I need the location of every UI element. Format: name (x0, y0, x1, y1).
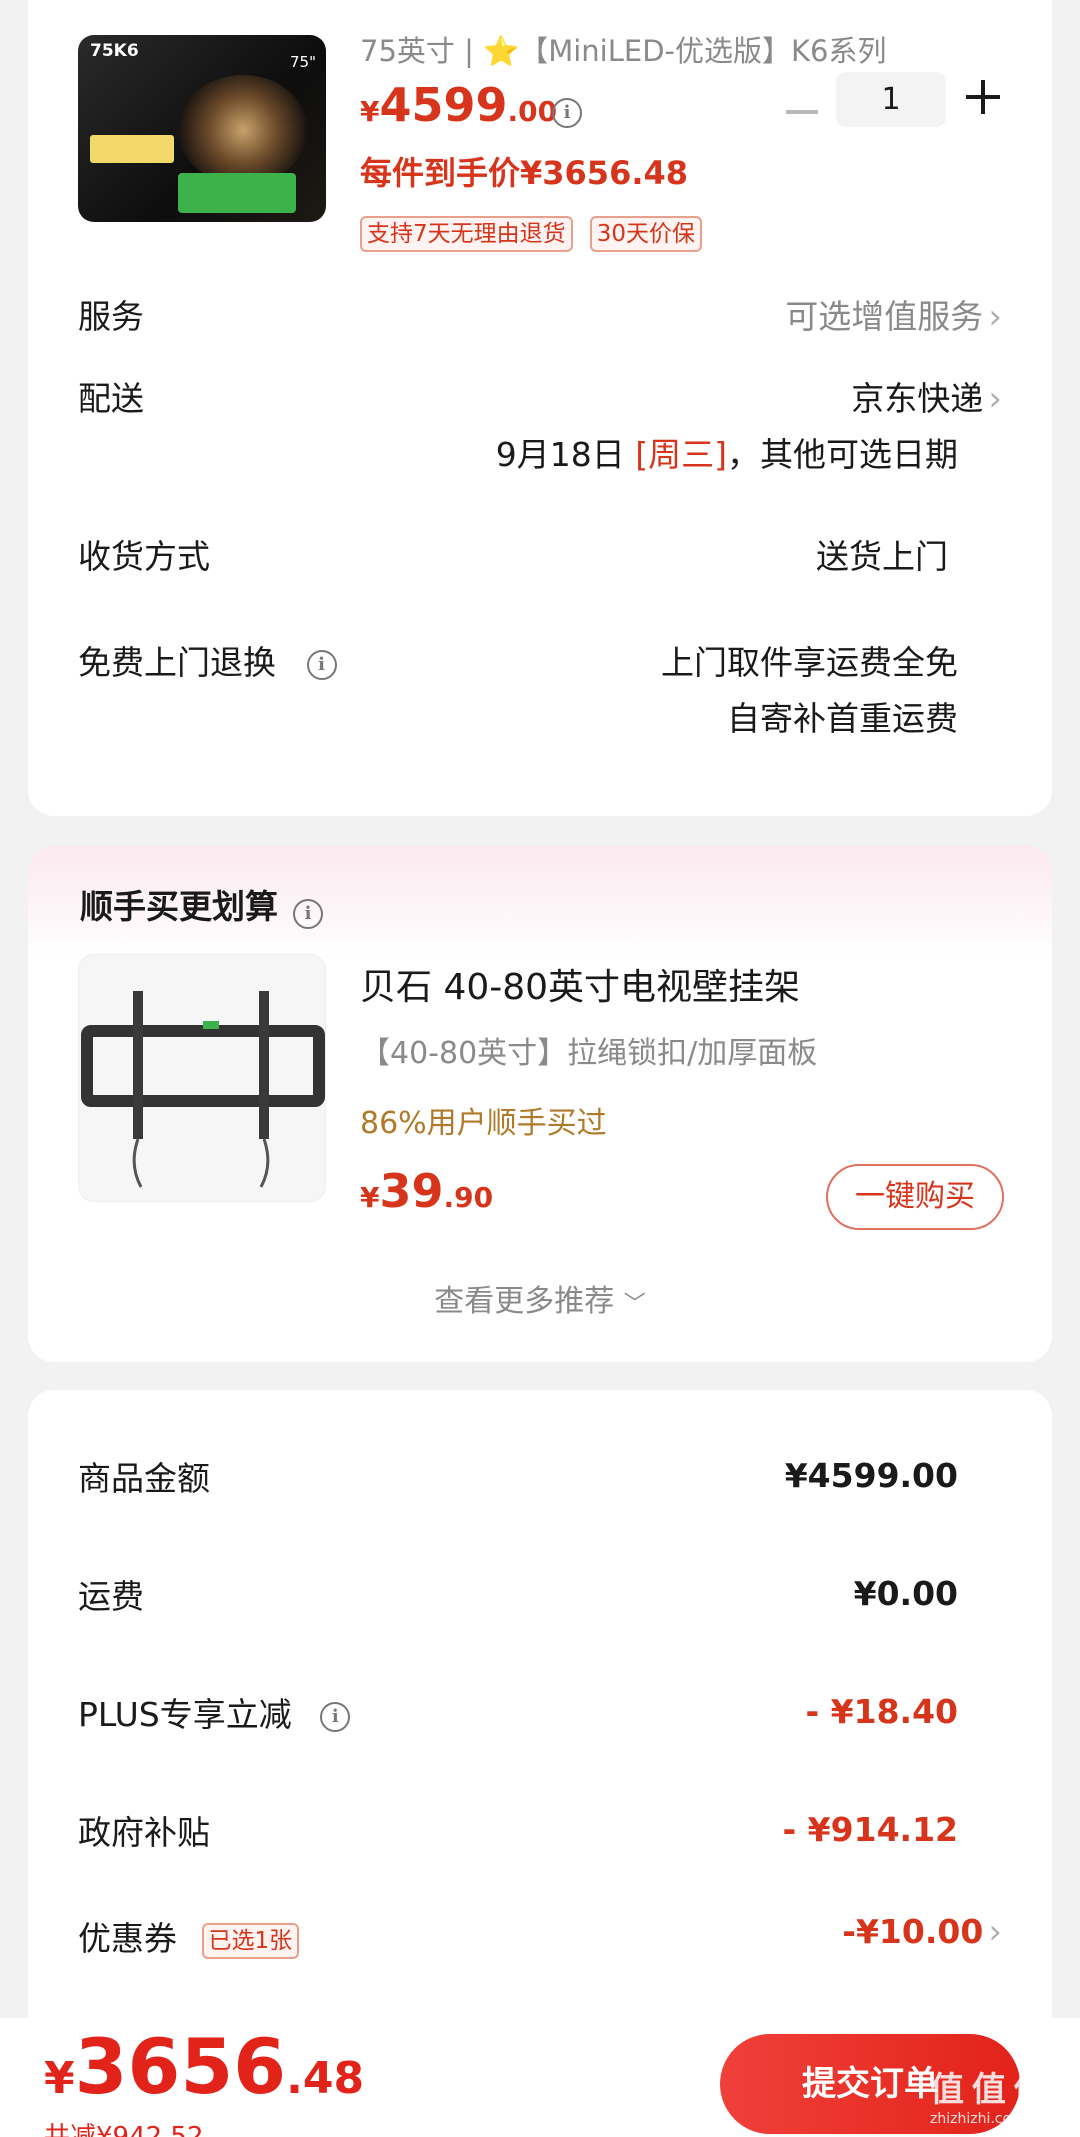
coupon-value: -¥10.00 (842, 1912, 984, 1951)
coupon-label-text: 优惠券 (78, 1919, 177, 1958)
receive-label: 收货方式 (78, 537, 210, 576)
quantity-field[interactable]: 1 (836, 72, 946, 127)
shipping-label: 运费 (78, 1577, 144, 1616)
total-currency: ¥ (44, 2053, 75, 2104)
recommend-image[interactable] (78, 954, 326, 1202)
image-green-badge (178, 173, 296, 213)
product-price: ¥4599.00 (360, 78, 557, 132)
more-recommend-link[interactable]: 查看更多推荐 ﹀ (28, 1276, 1052, 1320)
delivery-weekday: [周三] (635, 435, 727, 474)
saved-amount: 共减¥942.52 (44, 2122, 204, 2137)
recommend-stat: 86%用户顺手买过 (360, 1106, 607, 1141)
delivery-other: ，其他可选日期 (727, 435, 958, 474)
total-price: ¥3656.48 (44, 2022, 364, 2111)
delivery-value: 京东快递 (851, 379, 984, 418)
plus-discount-text: PLUS专享立减 (78, 1695, 292, 1734)
recommend-price: ¥39.90 (360, 1164, 493, 1218)
return-value-1: 上门取件享运费全免 (661, 643, 958, 682)
chevron-right-icon: › (988, 297, 1002, 337)
increase-button[interactable] (966, 80, 1000, 114)
product-card: 75K6 75" 75英寸 | ⭐【MiniLED-优选版】K6系列 ¥4599… (28, 0, 1052, 816)
plus-discount-value: - ¥18.40 (805, 1692, 958, 1731)
return-info-icon[interactable]: i (306, 649, 337, 680)
product-image[interactable]: 75K6 75" (78, 35, 326, 222)
price-protect-tag: 30天价保 (589, 216, 703, 252)
chevron-down-icon: ﹀ (623, 1292, 646, 1317)
chevron-right-icon: › (988, 1912, 1002, 1952)
coupon-row[interactable]: -¥10.00 › (842, 1912, 1002, 1952)
plus-info-icon[interactable]: i (320, 1701, 351, 1732)
plus-icon-v (981, 80, 985, 114)
recommend-info-icon[interactable]: i (293, 898, 324, 929)
one-click-buy-button[interactable]: 一键购买 (826, 1164, 1004, 1230)
delivery-day: 9月18日 (495, 435, 625, 474)
delivery-date[interactable]: 9月18日 [周三]，其他可选日期 (496, 428, 958, 476)
watermark-url: zhizhizhi.com (930, 2111, 1025, 2127)
shipping-value: ¥0.00 (853, 1574, 958, 1613)
recommend-card: 顺手买更划算 i 贝石 40-80英寸电视壁挂架 【40-80英寸】拉绳锁扣/加… (28, 846, 1052, 1362)
submit-order-label: 提交订单 (802, 2064, 938, 2104)
gov-subsidy-label: 政府补贴 (78, 1813, 210, 1852)
return-value-2: 自寄补首重运费 (727, 699, 958, 738)
recommend-header-text: 顺手买更划算 (80, 887, 278, 926)
tag-row: 支持7天无理由退货 30天价保 (360, 216, 703, 252)
recommend-price-currency: ¥ (360, 1181, 380, 1214)
price-info-icon[interactable]: i (552, 98, 582, 128)
watermark-text: 值 值 值 (930, 2070, 1048, 2110)
delivery-label: 配送 (78, 379, 144, 418)
goods-amount-value: ¥4599.00 (784, 1456, 958, 1495)
price-dec: .00 (507, 95, 558, 128)
quantity-value: 1 (881, 82, 901, 117)
plus-discount-label: PLUS专享立减 i (78, 1688, 351, 1736)
price-currency: ¥ (360, 95, 380, 128)
more-recommend-label: 查看更多推荐 (434, 1284, 615, 1319)
image-label: 75K6 (90, 41, 139, 61)
receive-value[interactable]: 送货上门 (816, 530, 948, 578)
bottom-bar: ¥3656.48 共减¥942.52 提交订单 值 值 值 zhizhizhi.… (0, 2018, 1080, 2137)
recommend-price-int: 39 (379, 1164, 444, 1218)
total-dec: .48 (286, 2053, 365, 2104)
coupon-selected-tag: 已选1张 (201, 1922, 300, 1959)
service-row[interactable]: 可选增值服务 › (785, 290, 1002, 338)
price-int: 4599 (379, 78, 508, 132)
delivery-row[interactable]: 京东快递 › (851, 372, 1002, 420)
recommend-name[interactable]: 贝石 40-80英寸电视壁挂架 (360, 958, 800, 1010)
image-art (178, 75, 308, 185)
watermark-logo: 值 值 值 zhizhizhi.com (930, 2062, 1048, 2127)
wall-mount-icon (81, 991, 325, 1188)
recommend-header: 顺手买更划算 i (80, 880, 324, 929)
service-value: 可选增值服务 (785, 297, 984, 336)
recommend-price-dec: .90 (443, 1181, 494, 1214)
net-price: 每件到手价¥3656.48 (360, 154, 689, 192)
service-label: 服务 (78, 297, 144, 336)
chevron-right-icon: › (988, 379, 1002, 419)
decrease-button[interactable] (786, 110, 818, 114)
return-label: 免费上门退换 i (78, 636, 337, 684)
image-badge: 75" (290, 53, 316, 71)
coupon-label: 优惠券 已选1张 (78, 1912, 300, 1960)
product-title: 75英寸 | ⭐【MiniLED-优选版】K6系列 (360, 34, 887, 68)
image-red-price (90, 135, 174, 163)
gov-subsidy-value: - ¥914.12 (782, 1810, 959, 1849)
return-tag: 支持7天无理由退货 (360, 216, 573, 252)
goods-amount-label: 商品金额 (78, 1459, 210, 1498)
recommend-spec: 【40-80英寸】拉绳锁扣/加厚面板 (360, 1036, 818, 1071)
return-label-text: 免费上门退换 (78, 643, 276, 682)
total-int: 3656 (74, 2022, 287, 2111)
one-click-buy-label: 一键购买 (855, 1179, 975, 1214)
